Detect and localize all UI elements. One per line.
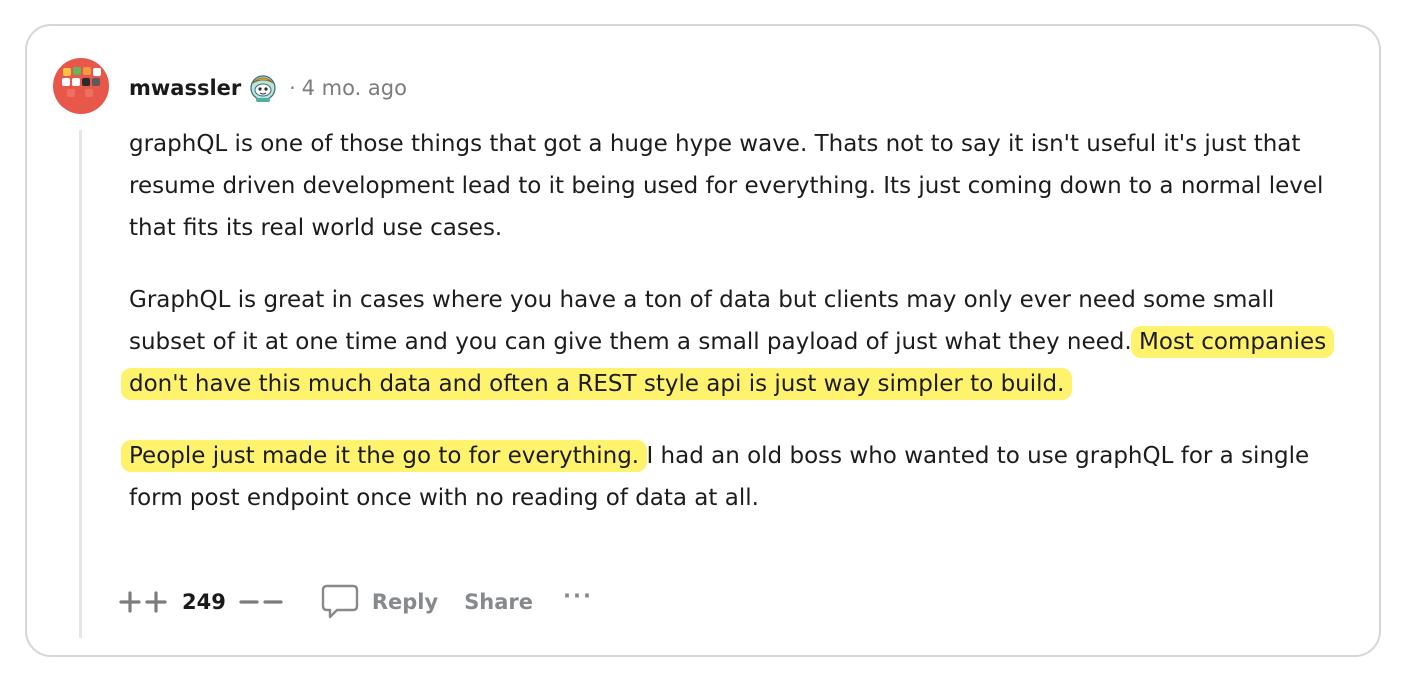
- more-options-button[interactable]: ···: [563, 584, 593, 608]
- upvote-button[interactable]: [118, 591, 170, 613]
- snoo-avatar-icon: [250, 75, 276, 102]
- comment-body: graphQL is one of those things that got …: [121, 123, 1351, 549]
- avatar-app-icon: [92, 78, 100, 86]
- comment-paragraph: People just made it the go to for everyt…: [121, 435, 1351, 519]
- avatar-app-icon: [62, 78, 70, 86]
- highlighted-text: People just made it the go to for everyt…: [121, 440, 648, 472]
- avatar-app-icon: [85, 89, 93, 97]
- downvote-arrow-icon: [239, 600, 283, 604]
- avatar-app-icon: [63, 68, 71, 76]
- comment-header: mwassler · 4 mo. ago: [129, 72, 407, 104]
- paragraph-text: GraphQL is great in cases where you have…: [129, 287, 1275, 355]
- share-button[interactable]: Share: [464, 590, 533, 614]
- avatar-app-icon: [72, 78, 80, 86]
- meta-separator: ·: [289, 76, 296, 100]
- vote-score: 249: [182, 590, 226, 614]
- reply-button[interactable]: Reply: [320, 582, 438, 622]
- avatar-app-icon: [93, 68, 101, 76]
- avatar-app-icon: [83, 67, 91, 75]
- comment-paragraph: graphQL is one of those things that got …: [129, 123, 1351, 249]
- user-avatar[interactable]: [53, 58, 109, 114]
- author-name[interactable]: mwassler: [129, 76, 241, 100]
- avatar-app-icon: [67, 89, 75, 97]
- comment-bubble-icon: [321, 584, 359, 619]
- reply-label: Reply: [371, 590, 439, 614]
- comment-paragraph: GraphQL is great in cases where you have…: [121, 279, 1351, 405]
- comment-actions-bar: 249 Reply Share ···: [118, 580, 593, 624]
- comment-timestamp[interactable]: 4 mo. ago: [302, 76, 407, 100]
- downvote-button[interactable]: [238, 591, 284, 613]
- paragraph-text: graphQL is one of those things that got …: [129, 131, 1324, 241]
- avatar-app-icon: [82, 78, 90, 86]
- thread-collapse-line[interactable]: [79, 130, 82, 638]
- upvote-arrow-icon: [119, 591, 167, 613]
- avatar-app-icon: [73, 67, 81, 75]
